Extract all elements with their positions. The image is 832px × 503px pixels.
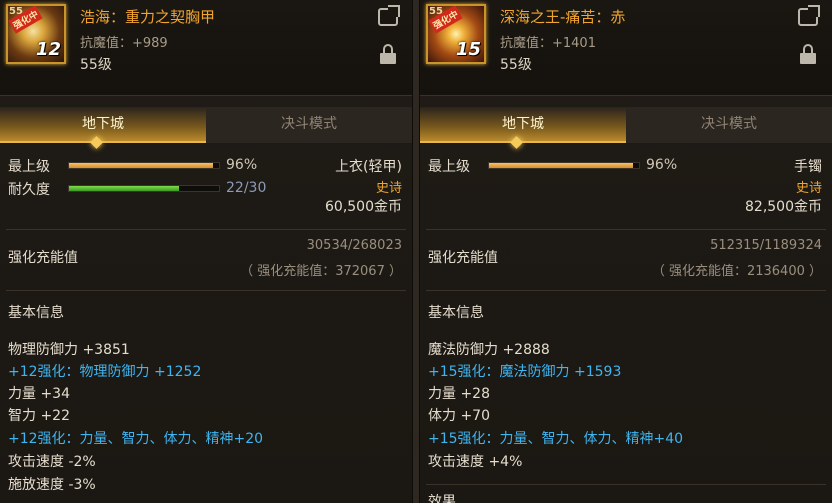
top-level-value: 96% [226,157,258,173]
tab-dungeon[interactable]: 地下城 [420,107,626,143]
durability-value: 22/30 [226,180,267,196]
item-name: 浩海：重力之契胸甲 [80,8,216,26]
chest-armor-item-icon[interactable]: 55 强化中 12 [6,4,66,64]
resistance-value: 抗魔值：+1401 [500,36,596,51]
item-price: 82,500金币 [745,199,822,215]
item-name: 深海之王-痛苦：赤 [500,8,626,26]
basic-info-title: 基本信息 [8,305,64,321]
rarity-label: 史诗 [375,181,402,196]
equipment-slot: 手镯 [794,159,822,175]
required-level: 55级 [500,57,532,73]
effect-section-title: 效果 [428,494,456,503]
attribute-line: 力量 +34 [8,386,70,402]
attribute-line: 魔法防御力 +2888 [428,342,550,358]
top-level-bar-fill [69,163,213,168]
lock-icon[interactable] [800,44,816,64]
mode-tabs: 地下城 决斗模式 [420,107,832,143]
mode-tabs: 地下城 决斗模式 [0,107,412,143]
charge-label: 强化充能值 [8,250,78,266]
item-tooltip-right: 55 强化中 15 深海之王-痛苦：赤 抗魔值：+1401 55级 地下城 决斗… [420,0,832,503]
charge-progress: 30534/268023 [306,238,402,253]
attribute-line: 力量 +28 [428,386,490,402]
charge-total: （ 强化充能值：2136400 ） [651,264,822,279]
top-level-label: 最上级 [8,159,50,175]
attribute-line: +12强化：物理防御力 +1252 [8,364,202,380]
top-level-bar-fill [489,163,633,168]
charge-progress: 512315/1189324 [710,238,822,253]
divider [6,229,406,230]
top-level-bar [488,162,640,169]
charge-total: （ 强化充能值：372067 ） [240,264,402,279]
durability-label: 耐久度 [8,182,50,198]
charge-label: 强化充能值 [428,250,498,266]
item-price: 60,500金币 [325,199,402,215]
bracelet-item-icon[interactable]: 55 强化中 15 [426,4,486,64]
attribute-line: +15强化：魔法防御力 +1593 [428,364,622,380]
enhance-level-number: 15 [455,39,481,60]
attribute-line: +15强化：力量、智力、体力、精神+40 [428,431,684,447]
durability-bar [68,185,220,192]
resistance-value: 抗魔值：+989 [80,36,168,51]
item-tooltip-left: 55 强化中 12 浩海：重力之契胸甲 抗魔值：+989 55级 地下城 决斗模… [0,0,412,503]
durability-bar-fill [69,186,179,191]
top-level-bar [68,162,220,169]
rarity-label: 史诗 [795,181,822,196]
divider [426,229,826,230]
tab-duel-mode[interactable]: 决斗模式 [626,107,832,143]
tooltip-header: 55 强化中 15 深海之王-痛苦：赤 抗魔值：+1401 55级 [420,0,832,96]
divider [426,484,826,485]
tab-dungeon[interactable]: 地下城 [0,107,206,143]
attribute-line: 体力 +70 [428,408,490,424]
attribute-line: +12强化：力量、智力、体力、精神+20 [8,431,264,447]
attribute-line: 攻击速度 -2% [8,454,96,470]
divider [426,290,826,291]
attribute-line: 物理防御力 +3851 [8,342,130,358]
attribute-line: 施放速度 -3% [8,477,96,493]
attribute-line: 攻击速度 +4% [428,454,523,470]
enhance-level-number: 12 [35,39,61,60]
equipment-slot: 上衣(轻甲) [335,159,402,175]
basic-info-title: 基本信息 [428,305,484,321]
top-level-value: 96% [646,157,678,173]
tooltip-header: 55 强化中 12 浩海：重力之契胸甲 抗魔值：+989 55级 [0,0,412,96]
required-level: 55级 [80,57,112,73]
share-icon[interactable] [798,8,818,26]
top-level-label: 最上级 [428,159,470,175]
lock-icon[interactable] [380,44,396,64]
tab-duel-mode[interactable]: 决斗模式 [206,107,412,143]
attribute-line: 智力 +22 [8,408,70,424]
share-icon[interactable] [378,8,398,26]
divider [6,290,406,291]
panel-divider [412,0,420,503]
